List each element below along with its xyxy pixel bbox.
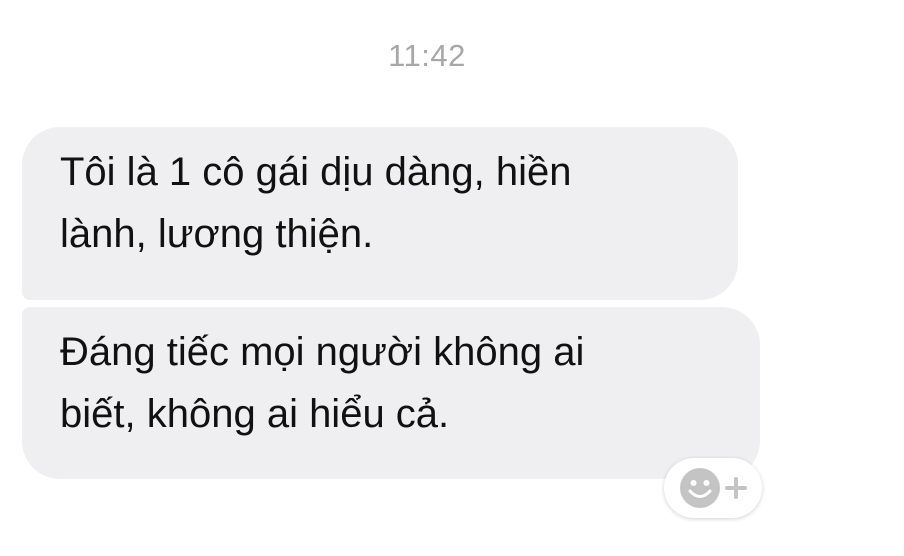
plus-icon <box>725 477 747 499</box>
message-timestamp: 11:42 <box>388 38 466 73</box>
message-bubble-received[interactable]: Tôi là 1 cô gái dịu dàng, hiền lành, lươ… <box>22 127 738 300</box>
add-reaction-button[interactable] <box>664 458 762 518</box>
message-bubble-received[interactable]: Đáng tiếc mọi người không ai biết, không… <box>22 307 760 479</box>
smiley-icon <box>680 468 720 508</box>
